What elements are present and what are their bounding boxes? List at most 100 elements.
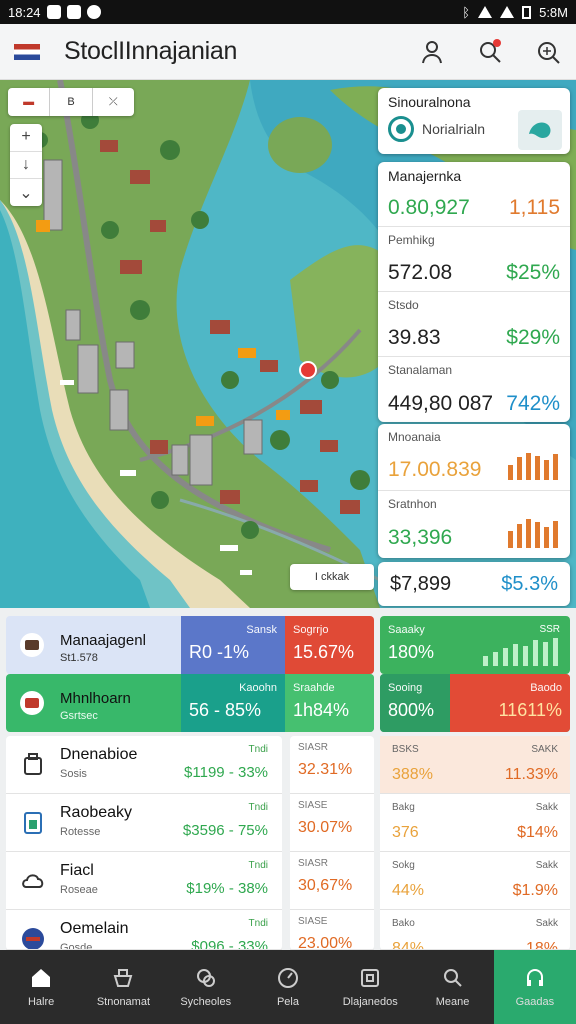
map-chip-label: I ckkak	[314, 571, 350, 583]
percent-value: 30.07%	[298, 819, 353, 836]
dashboard-panel: Manaajagenl St1.578 Sansk R0 -1% Sogrrjo…	[0, 608, 576, 950]
map-mode-b[interactable]: B	[50, 88, 93, 116]
nav-home[interactable]: Halre	[0, 950, 82, 1024]
comparison-key: Bako	[392, 918, 415, 929]
nav-plan[interactable]: Pela	[247, 950, 329, 1024]
total-value: $7,899	[390, 572, 452, 595]
banner-key: Sogrrjo	[293, 624, 329, 636]
stats-card: Manajernka 0.80,927 1,115 Pemhikg 572.08…	[378, 162, 570, 422]
flag-icon[interactable]	[14, 43, 40, 60]
map-chip[interactable]: I ckkak	[290, 564, 374, 590]
nav-schedules[interactable]: Sycheoles	[165, 950, 247, 1024]
percent-cell[interactable]: SIASE 23.00%	[290, 910, 374, 950]
search-button[interactable]	[476, 38, 504, 66]
banner-value: R0 -1%	[189, 642, 250, 662]
list-item-sub: Roseae	[60, 884, 98, 896]
stat-row[interactable]: Stanalaman 449,80 087 742%	[378, 357, 570, 422]
document-icon	[24, 812, 42, 834]
mini-bar	[535, 456, 540, 480]
map-mode-toggle[interactable]: ▬ B ⤫	[8, 88, 134, 116]
zoom-out-button[interactable]: ⌄	[10, 179, 42, 206]
zoom-controls: + ↓ ⌄	[10, 124, 42, 206]
comparison-value: 11.33%	[504, 766, 558, 783]
comparison-value: 84%	[392, 940, 425, 950]
list-item[interactable]: Fiacl Roseae Tndi $19% - 38%	[6, 852, 282, 910]
summary-banner[interactable]: Saaaky 180% SSR	[380, 616, 570, 674]
mini-bar	[517, 457, 522, 480]
stat-row[interactable]: Stsdo 39.83 $29%	[378, 292, 570, 357]
percent-key: SIASE	[298, 800, 328, 811]
app-notification-icon	[66, 5, 81, 19]
map-mode-close[interactable]: ⤫	[93, 88, 134, 116]
nav-label: Halre	[27, 996, 55, 1008]
banner-key: Sraahde	[293, 682, 335, 694]
nav-label: Gaadas	[515, 996, 555, 1008]
percent-value: 23.00%	[298, 935, 353, 950]
percent-cell[interactable]: SIASR 30,67%	[290, 852, 374, 910]
mini-bar-chart	[508, 450, 558, 480]
mini-bar	[508, 465, 513, 480]
comparison-cell[interactable]: Bako Sakk 84% 18%	[380, 910, 570, 950]
banner-value: 15.67%	[293, 642, 355, 662]
list-item[interactable]: Dnenabioe Sosis Tndi $1199 - 33%	[6, 736, 282, 794]
location-button[interactable]: ↓	[10, 152, 42, 180]
nav-guides[interactable]: Gaadas	[493, 950, 576, 1024]
avatar	[20, 691, 44, 715]
comparison-key: Sakk	[535, 860, 558, 871]
list-item[interactable]: Oemelain Gosde Tndi $096 - 33%	[6, 910, 282, 950]
list-item-value: $096 - 33%	[191, 938, 268, 950]
comparison-value: $14%	[517, 824, 558, 841]
building-icon	[24, 753, 42, 775]
stat-value: 449,80 087	[388, 392, 494, 415]
mini-bar	[535, 522, 540, 548]
comparison-key: SAKK	[531, 744, 558, 755]
banner-name: Mhnlhoarn	[60, 690, 131, 707]
nav-statements[interactable]: Stnonamat	[82, 950, 164, 1024]
summary-card[interactable]: Sinouralnona Norialrialn	[378, 88, 570, 154]
list-item-tick: Tndi	[248, 918, 268, 929]
region-banner[interactable]: Manaajagenl St1.578 Sansk R0 -1% Sogrrjo…	[6, 616, 374, 674]
summary-banner[interactable]: Sooing 800% Baodo 11611%	[380, 674, 570, 732]
app-title: StoclIInnajanian	[64, 37, 238, 65]
percent-key: SIASR	[298, 742, 329, 753]
map-thumbnail[interactable]	[518, 110, 562, 150]
explore-button[interactable]	[534, 38, 562, 66]
list-item-value: $3596 - 75%	[182, 822, 268, 839]
stat-row[interactable]: Pemhikg 572.08 $25%	[378, 227, 570, 292]
banner-key: Kaoohn	[239, 682, 277, 694]
map-mode-flag[interactable]: ▬	[8, 88, 51, 116]
stat-change: 742%	[506, 392, 560, 415]
percent-cell[interactable]: SIASE 30.07%	[290, 794, 374, 852]
status-time: 18:24	[8, 4, 41, 20]
region-list: Dnenabioe Sosis Tndi $1199 - 33% Raobeak…	[6, 736, 282, 950]
region-banner[interactable]: Mhnlhoarn Gsrtsec Kaoohn 56 - 85% Sraahd…	[6, 674, 374, 732]
nav-dashboards[interactable]: Dlajanedos	[329, 950, 411, 1024]
avatar	[20, 633, 44, 657]
stat-row[interactable]: Manajernka 0.80,927 1,115	[378, 162, 570, 227]
record-notification-icon	[86, 5, 101, 19]
banner-key: SSR	[539, 624, 560, 635]
mini-bar	[526, 453, 531, 480]
banner-name: Manaajagenl	[60, 632, 146, 649]
nav-more[interactable]: Meane	[411, 950, 493, 1024]
home-icon	[32, 969, 51, 987]
banner-sub: Gsrtsec	[60, 710, 98, 722]
comparison-cell[interactable]: BSKS SAKK 388% 11.33%	[380, 736, 570, 794]
percent-key: SIASR	[298, 858, 329, 869]
list-item-sub: Gosde	[60, 942, 93, 950]
comparison-key: Sakk	[535, 802, 558, 813]
gmail-notification-icon	[46, 5, 61, 19]
profile-button[interactable]	[418, 38, 446, 66]
zoom-in-button[interactable]: +	[10, 124, 42, 152]
percent-cell[interactable]: SIASR 32.31%	[290, 736, 374, 794]
total-card[interactable]: $7,899 $5.3%	[378, 562, 570, 606]
comparison-cell[interactable]: Bakg Sakk 376 $14%	[380, 794, 570, 852]
trend-row[interactable]: Mnoanaia 17.00.839	[378, 424, 570, 491]
trend-row[interactable]: Sratnhon 33,396	[378, 491, 570, 558]
nav-label: Dlajanedos	[342, 996, 398, 1008]
mini-bar	[544, 527, 549, 548]
comparison-value: 388%	[392, 766, 433, 783]
mini-bar	[526, 519, 531, 548]
comparison-cell[interactable]: Sokg Sakk 44% $1.9%	[380, 852, 570, 910]
list-item[interactable]: Raobeaky Rotesse Tndi $3596 - 75%	[6, 794, 282, 852]
